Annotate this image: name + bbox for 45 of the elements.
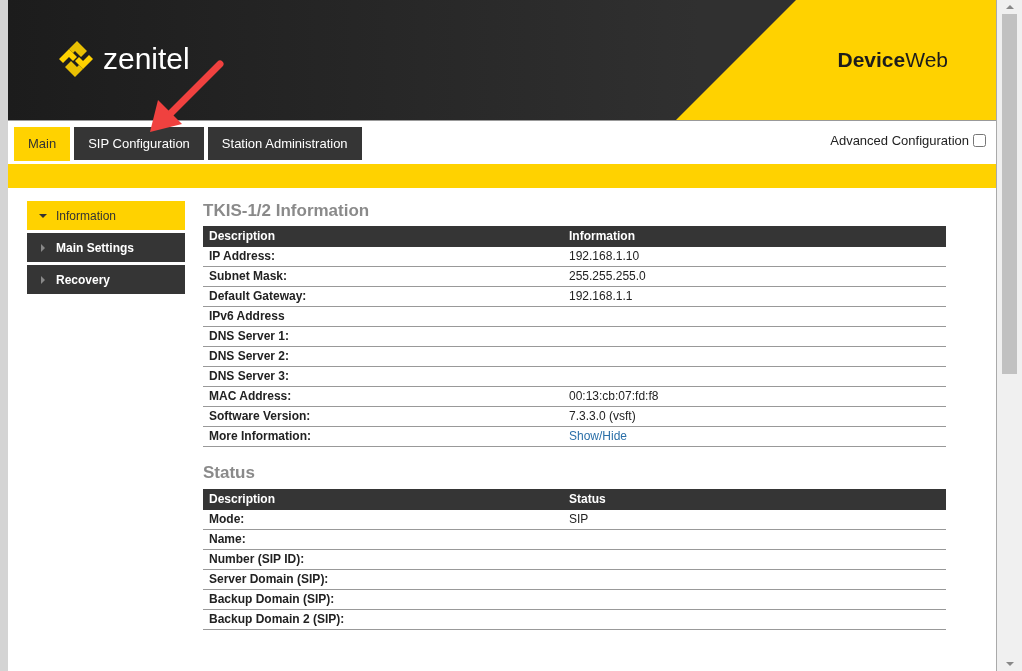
- table-cell: Backup Domain 2 (SIP):: [203, 609, 563, 630]
- table-cell: Subnet Mask:: [203, 266, 563, 287]
- advanced-configuration-checkbox[interactable]: [973, 134, 986, 148]
- table-cell: DNS Server 2:: [203, 346, 563, 367]
- table-cell: Backup Domain (SIP):: [203, 589, 563, 610]
- caret-down-icon: [39, 211, 47, 220]
- column-header: Description: [203, 226, 563, 248]
- table-cell: DNS Server 1:: [203, 326, 563, 347]
- column-header: Status: [563, 488, 946, 510]
- table-cell: Server Domain (SIP):: [203, 569, 563, 590]
- logo-icon: [57, 40, 95, 78]
- table-cell: Mode:: [203, 509, 563, 530]
- sidebar-item[interactable]: Information: [27, 201, 185, 230]
- table-cell: Software Version:: [203, 406, 563, 427]
- table-cell: Default Gateway:: [203, 286, 563, 307]
- table-cell: Number (SIP ID):: [203, 549, 563, 570]
- scrollbar[interactable]: [997, 0, 1022, 671]
- table-cell: DNS Server 3:: [203, 366, 563, 387]
- tab[interactable]: Station Administration: [207, 127, 362, 160]
- caret-right-icon: [39, 243, 47, 252]
- scrollbar-thumb[interactable]: [1002, 14, 1017, 374]
- table-cell: 192.168.1.10: [563, 247, 946, 267]
- advanced-configuration-label: Advanced Configuration: [830, 132, 969, 150]
- table-cell: 192.168.1.1: [563, 286, 946, 307]
- section-title: Status: [203, 463, 256, 484]
- caret-right-icon: [39, 275, 47, 284]
- table-cell: MAC Address:: [203, 386, 563, 407]
- table-cell: 255.255.255.0: [563, 266, 946, 287]
- table-cell: 7.3.3.0 (vsft): [563, 406, 946, 427]
- table-cell: SIP: [563, 509, 946, 530]
- logo-text: zenitel: [103, 44, 190, 74]
- show-hide-link[interactable]: Show/Hide: [569, 429, 628, 444]
- table-cell: More Information:: [203, 426, 563, 447]
- column-header: Information: [563, 226, 946, 248]
- sidebar-item[interactable]: Main Settings: [27, 233, 185, 262]
- tab[interactable]: SIP Configuration: [74, 127, 204, 160]
- section-title: TKIS-1/2 Information: [203, 201, 371, 222]
- table-cell: IP Address:: [203, 247, 563, 267]
- sidebar-item[interactable]: Recovery: [27, 265, 185, 294]
- product-title: DeviceWeb: [837, 47, 948, 74]
- table-cell: 00:13:cb:07:fd:f8: [563, 386, 946, 407]
- table-cell: Name:: [203, 529, 563, 550]
- table-cell: IPv6 Address: [203, 306, 563, 327]
- tab[interactable]: Main: [14, 127, 71, 161]
- column-header: Description: [203, 488, 563, 510]
